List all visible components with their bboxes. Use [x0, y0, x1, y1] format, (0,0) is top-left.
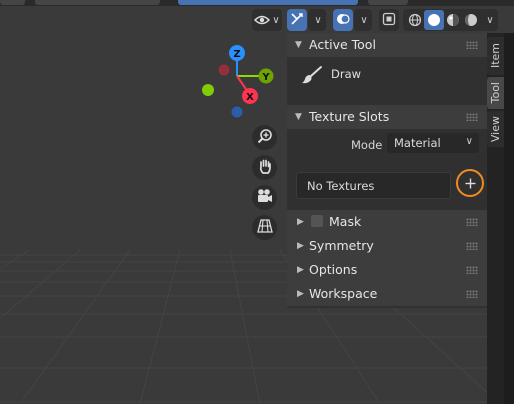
- mode-label: Mode: [351, 138, 383, 152]
- active-tool-name: Draw: [331, 67, 362, 81]
- camera-view-button[interactable]: [252, 185, 277, 210]
- texture-slots-body: Mode Material ∨ No Textures: [287, 129, 487, 207]
- gizmo-toggle-icon: [290, 11, 304, 30]
- tab-label: Item: [489, 43, 502, 69]
- sidebar-tabs: Item Tool View: [487, 33, 504, 404]
- texture-slots-title: Texture Slots: [309, 109, 390, 124]
- hand-pan-icon: [257, 158, 273, 178]
- chevron-down-icon: ∨: [486, 14, 494, 26]
- xray-icon: [382, 11, 396, 30]
- section-title: Workspace: [309, 286, 378, 301]
- drag-grip-icon[interactable]: [466, 266, 478, 274]
- active-tool-header[interactable]: ▼ Active Tool: [287, 33, 487, 57]
- mode-dropdown[interactable]: Material ∨: [387, 133, 479, 153]
- overlay-icon: [336, 11, 350, 30]
- negative-z-axis-handle[interactable]: [231, 106, 243, 118]
- section-title: Symmetry: [309, 238, 374, 253]
- navigation-gizmo[interactable]: Z Y X: [195, 42, 280, 120]
- visibility-icon: [254, 11, 271, 30]
- drag-grip-icon[interactable]: [466, 113, 478, 121]
- shading-mode-group: [403, 9, 483, 31]
- caret-down-icon: ▼: [295, 112, 302, 122]
- active-tool-title: Active Tool: [309, 37, 376, 52]
- negative-y-axis-handle[interactable]: [202, 84, 214, 96]
- chevron-down-icon: ∨: [465, 136, 473, 147]
- add-texture-button[interactable]: [456, 169, 484, 197]
- tab-label: Tool: [489, 82, 502, 104]
- chevron-down-icon: ∨: [314, 14, 322, 26]
- drag-grip-icon[interactable]: [466, 290, 478, 298]
- chevron-down-icon: ∨: [360, 14, 368, 26]
- overlay-toggle-button[interactable]: [333, 9, 353, 31]
- caret-right-icon: ▶: [297, 289, 304, 299]
- gizmo-dropdown[interactable]: ∨: [308, 9, 326, 31]
- plus-icon: [465, 174, 476, 193]
- xray-toggle-button[interactable]: [379, 9, 399, 31]
- no-textures-text: No Textures: [307, 179, 375, 193]
- x-axis-label: X: [246, 92, 254, 103]
- material-shading-icon[interactable]: [444, 13, 462, 27]
- tab-item[interactable]: Item: [487, 37, 504, 75]
- section-workspace-header[interactable]: ▶ Workspace: [287, 282, 487, 306]
- sidebar-panel: ▼ Active Tool Draw ▼ Texture Slots Mode …: [287, 33, 487, 308]
- gizmo-toggle-button[interactable]: [287, 9, 307, 31]
- tab-view[interactable]: View: [487, 111, 504, 147]
- zoom-icon: [257, 128, 273, 148]
- visibility-button[interactable]: ∨: [252, 9, 282, 31]
- caret-right-icon: ▶: [297, 241, 304, 251]
- z-axis-label: Z: [233, 49, 240, 60]
- section-mask-header[interactable]: ▶ Mask: [287, 210, 487, 234]
- zoom-button[interactable]: [252, 125, 277, 150]
- perspective-grid-icon: [256, 218, 273, 238]
- shading-dropdown[interactable]: ∨: [480, 9, 498, 31]
- caret-down-icon: ▼: [295, 40, 302, 50]
- section-title: Options: [309, 262, 358, 277]
- negative-x-axis-handle[interactable]: [218, 64, 230, 76]
- top-header-strip: [0, 0, 514, 6]
- drag-grip-icon[interactable]: [466, 242, 478, 250]
- section-title: Mask: [329, 214, 362, 229]
- drag-grip-icon[interactable]: [466, 218, 478, 226]
- caret-right-icon: ▶: [297, 217, 304, 227]
- caret-right-icon: ▶: [297, 265, 304, 275]
- rendered-shading-icon[interactable]: [462, 13, 480, 27]
- tab-tool[interactable]: Tool: [487, 77, 504, 109]
- section-symmetry-header[interactable]: ▶ Symmetry: [287, 234, 487, 258]
- brush-icon[interactable]: [301, 65, 323, 89]
- overlay-dropdown[interactable]: ∨: [354, 9, 372, 31]
- section-options-header[interactable]: ▶ Options: [287, 258, 487, 282]
- region-edge: [504, 33, 514, 404]
- solid-shading-icon[interactable]: [424, 10, 444, 30]
- tab-label: View: [489, 115, 502, 143]
- y-axis-label: Y: [261, 72, 270, 83]
- texture-slots-header[interactable]: ▼ Texture Slots: [287, 105, 487, 129]
- texture-list[interactable]: No Textures: [296, 172, 451, 199]
- drag-grip-icon[interactable]: [466, 41, 478, 49]
- pan-button[interactable]: [252, 155, 277, 180]
- mask-checkbox[interactable]: [311, 215, 323, 227]
- wireframe-shading-icon[interactable]: [406, 13, 424, 27]
- perspective-toggle-button[interactable]: [252, 215, 277, 240]
- camera-icon: [256, 188, 274, 208]
- mode-value: Material: [394, 136, 441, 150]
- active-tool-body: Draw: [287, 57, 487, 105]
